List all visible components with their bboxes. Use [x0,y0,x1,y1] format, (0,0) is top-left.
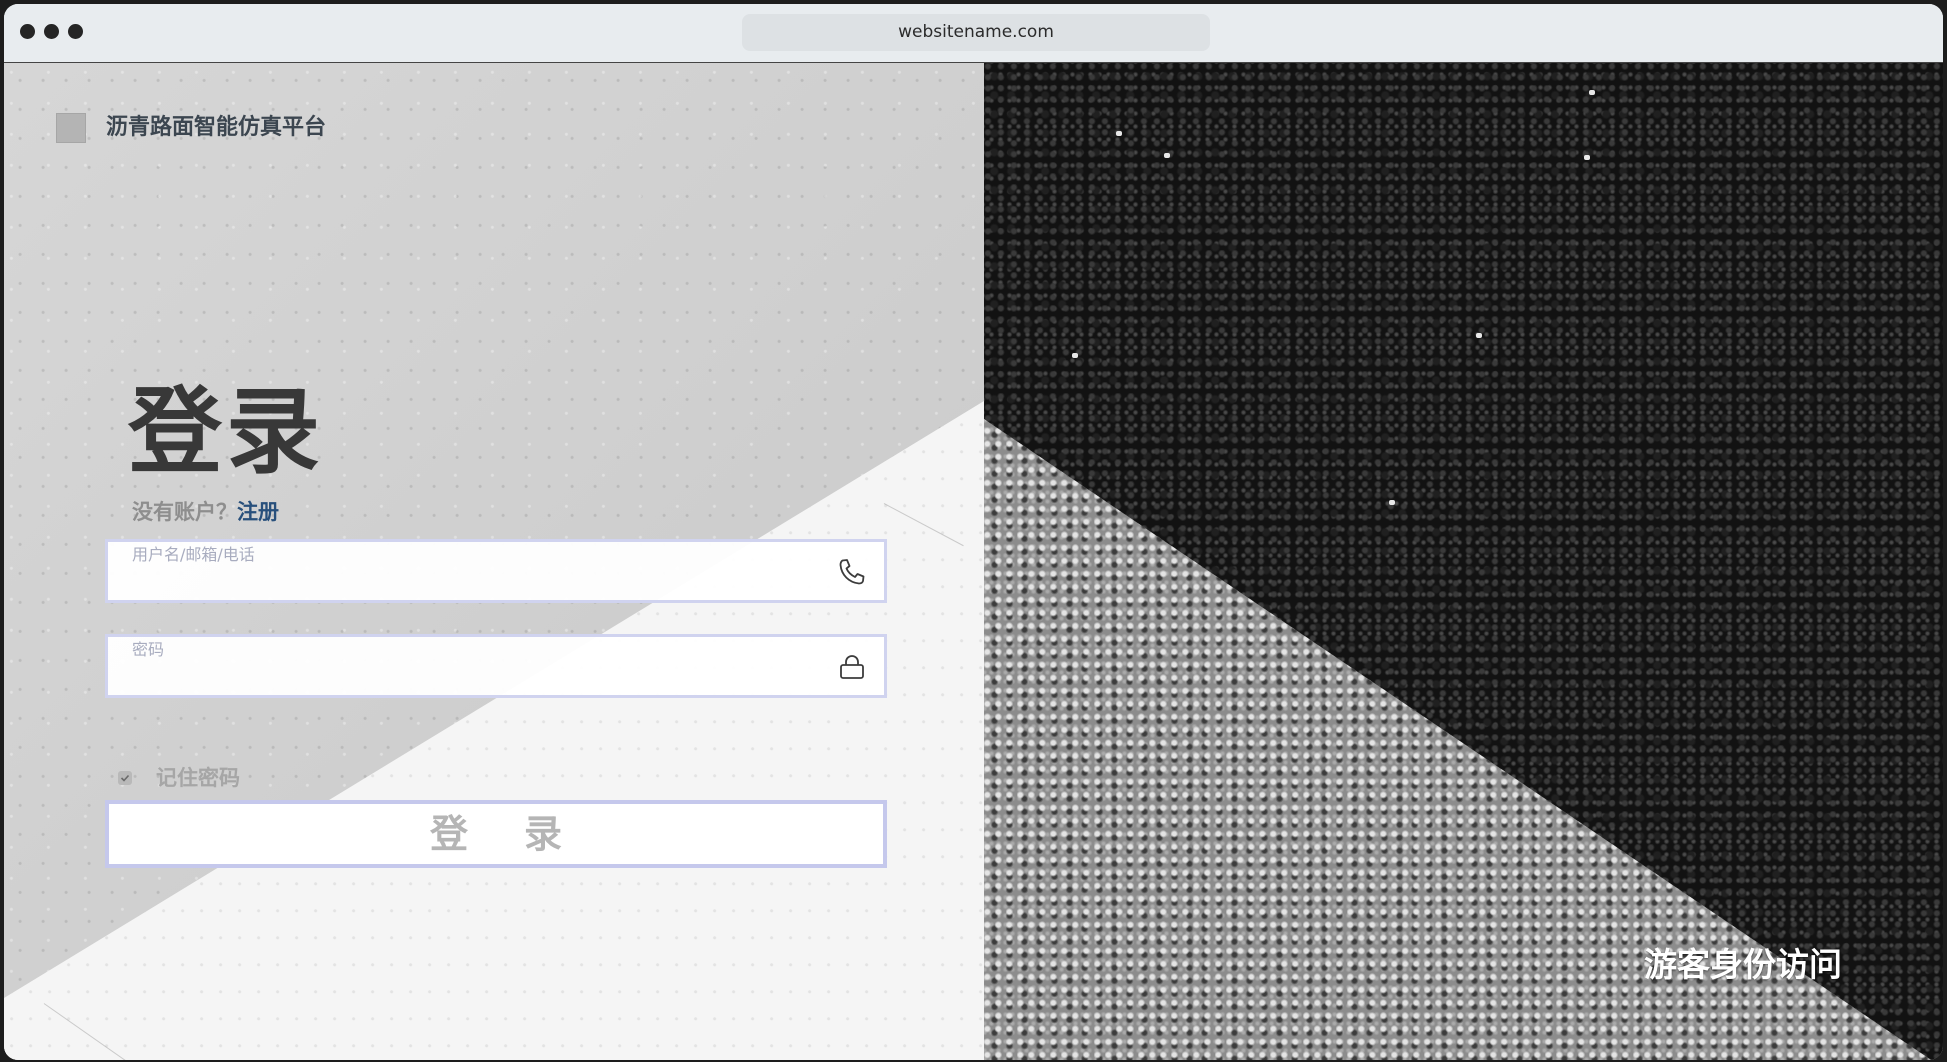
aggregate-speck [1116,131,1122,136]
window-minimize-button[interactable] [44,24,59,39]
password-label: 密码 [132,640,165,659]
window-close-button[interactable] [20,24,35,39]
aggregate-speck [1584,155,1590,160]
register-prompt: 没有账户？注册 [132,497,279,527]
aggregate-speck [1072,353,1078,358]
password-field[interactable]: 密码 [105,634,887,698]
remember-label: 记住密码 [156,766,240,790]
asphalt-image-pane: 游客身份访问 [984,63,1943,1060]
username-input[interactable] [130,568,814,598]
username-label: 用户名/邮箱/电话 [132,545,255,564]
login-heading: 登录 [128,378,325,487]
phone-icon [839,559,865,585]
check-icon [120,774,130,782]
password-input[interactable] [130,663,814,693]
guest-access-link[interactable]: 游客身份访问 [1644,943,1842,987]
aggregate-speck [1389,500,1395,505]
address-bar[interactable]: websitename.com [742,14,1210,51]
aggregate-speck [1164,153,1170,158]
register-link[interactable]: 注册 [237,500,279,524]
light-asphalt-region [984,419,1943,1060]
browser-titlebar: websitename.com [4,4,1943,63]
login-submit-button[interactable]: 登录 [105,800,887,868]
login-pane: 沥青路面智能仿真平台 登录 没有账户？注册 用户名/邮箱/电话 密码 记住密码 … [4,63,984,1060]
window-zoom-button[interactable] [68,24,83,39]
username-field[interactable]: 用户名/邮箱/电话 [105,539,887,603]
aggregate-speck [1476,333,1482,338]
lock-icon [840,655,864,679]
no-account-text: 没有账户？ [132,500,237,524]
logo-placeholder-icon [56,113,86,143]
aggregate-speck [1589,90,1595,95]
remember-checkbox[interactable] [118,771,132,785]
browser-window: websitename.com 沥青路面智能仿真平台 登录 没有账户？注册 用户… [4,4,1943,1060]
brand-title: 沥青路面智能仿真平台 [106,115,327,140]
